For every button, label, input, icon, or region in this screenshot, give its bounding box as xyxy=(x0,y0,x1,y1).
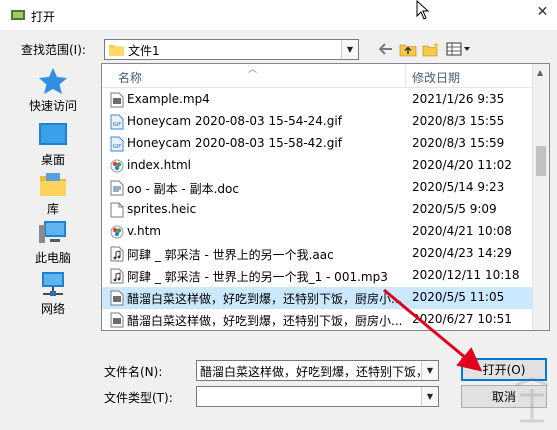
svg-text:GIF: GIF xyxy=(113,122,121,128)
place-network[interactable]: 网络 xyxy=(14,270,92,317)
star-icon xyxy=(39,68,67,94)
file-list[interactable]: ︿ 名称 修改日期 Example.mp4 2021/1/26 9:35 GIF Ho… xyxy=(101,63,550,331)
file-name: 阿肆 _ 郭采洁 - 世界上的另一个我.aac xyxy=(127,248,334,262)
place-label: 库 xyxy=(46,202,59,216)
gif-file-icon: GIF xyxy=(110,136,124,152)
file-name: sprites.heic xyxy=(127,202,197,216)
app-icon xyxy=(11,10,25,20)
file-date: 2020/12/11 10:18 xyxy=(412,268,520,282)
file-row[interactable]: Example.mp4 2021/1/26 9:35 xyxy=(102,89,534,111)
file-name: oo - 副本 - 副本.doc xyxy=(127,182,239,196)
generic-file-icon xyxy=(110,202,124,218)
file-name: Honeycam 2020-08-03 15-58-42.gif xyxy=(127,136,342,150)
up-folder-icon[interactable] xyxy=(398,40,418,58)
html-file-icon xyxy=(110,158,124,174)
filename-value: 醋溜白菜这样做，好吃到爆，还特别下饭，厨房小白也能轻松学会.mp4 xyxy=(200,365,420,379)
new-folder-icon[interactable] xyxy=(421,40,441,58)
column-header-date[interactable]: 修改日期 xyxy=(412,69,460,86)
look-in-value: 文件1 xyxy=(128,44,160,58)
file-date: 2020/8/3 15:55 xyxy=(412,114,505,128)
vertical-scrollbar[interactable]: ▲ xyxy=(532,64,549,330)
file-date: 2020/6/27 10:51 xyxy=(412,312,512,326)
svg-text:GIF: GIF xyxy=(113,144,121,150)
place-label: 桌面 xyxy=(40,153,65,167)
scroll-up-icon[interactable]: ▲ xyxy=(537,68,543,77)
look-in-label: 查找范围(I): xyxy=(21,43,86,57)
window-title: 打开 xyxy=(31,10,56,24)
file-name: 阿肆 _ 郭采洁 - 世界上的另一个我_1 - 001.mp3 xyxy=(127,270,388,284)
file-date: 2020/5/5 9:09 xyxy=(412,202,497,216)
file-date: 2021/1/26 9:35 xyxy=(412,92,505,106)
audio-file-icon xyxy=(110,246,124,262)
file-row[interactable]: 阿肆 _ 郭采洁 - 世界上的另一个我.aac 2020/4/23 14:29 xyxy=(102,243,534,265)
library-icon xyxy=(40,173,66,196)
file-name: Example.mp4 xyxy=(127,92,210,106)
places-bar: 快速访问 桌面 库 此电脑 网络 xyxy=(14,67,92,327)
file-row[interactable]: GIF Honeycam 2020-08-03 15-54-24.gif 2020/… xyxy=(102,111,534,133)
mouse-cursor-icon xyxy=(416,0,430,20)
watermark-logo xyxy=(515,377,549,423)
folder-icon xyxy=(109,45,124,56)
file-date: 2020/5/14 9:23 xyxy=(412,180,505,194)
filename-label: 文件名(N): xyxy=(104,365,163,379)
column-divider[interactable] xyxy=(405,64,406,88)
place-libraries[interactable]: 库 xyxy=(14,170,92,217)
file-name: 醋溜白菜这样做，好吃到爆，还特别下饭，厨房小... xyxy=(127,292,403,306)
place-label: 快速访问 xyxy=(28,99,77,113)
gif-file-icon: GIF xyxy=(110,114,124,130)
close-button[interactable]: ✕ xyxy=(528,0,557,24)
place-label: 网络 xyxy=(40,302,65,316)
filetype-select[interactable]: ▼ xyxy=(196,386,439,407)
title-bar: 打开 ✕ xyxy=(0,0,557,30)
place-this-pc[interactable]: 此电脑 xyxy=(14,219,92,266)
html-file-icon xyxy=(110,224,124,240)
file-row[interactable]: 阿肆 _ 郭采洁 - 世界上的另一个我_1 - 001.mp3 2020/12/1… xyxy=(102,265,534,287)
place-quick-access[interactable]: 快速访问 xyxy=(14,67,92,114)
filetype-label: 文件类型(T): xyxy=(104,391,173,405)
file-date: 2020/8/3 15:59 xyxy=(412,136,505,150)
video-file-icon xyxy=(110,290,124,306)
file-row[interactable]: 醋溜白菜这样做，好吃到爆，还特别下饭，厨房小... 2020/6/27 10:51 xyxy=(102,309,534,330)
desktop-icon xyxy=(39,123,67,145)
file-row[interactable]: 醋溜白菜这样做，好吃到爆，还特别下饭，厨房小... 2020/5/5 11:05 xyxy=(102,287,534,309)
place-desktop[interactable]: 桌面 xyxy=(14,121,92,168)
look-in-combo[interactable]: 文件1 ▼ xyxy=(104,39,359,60)
chevron-down-icon[interactable]: ▼ xyxy=(341,40,358,59)
scrollbar-thumb[interactable] xyxy=(536,146,546,176)
doc-file-icon xyxy=(110,180,124,196)
file-name: 醋溜白菜这样做，好吃到爆，还特别下饭，厨房小... xyxy=(127,314,403,328)
chevron-down-icon[interactable]: ▼ xyxy=(421,361,438,380)
file-date: 2020/4/20 11:02 xyxy=(412,158,512,172)
back-icon[interactable] xyxy=(376,40,396,58)
file-name: index.html xyxy=(127,158,191,172)
audio-file-icon xyxy=(110,268,124,284)
file-row[interactable]: index.html 2020/4/20 11:02 xyxy=(102,155,534,177)
file-name: v.htm xyxy=(127,224,161,238)
column-header-name[interactable]: 名称 xyxy=(118,69,142,86)
file-rows: Example.mp4 2021/1/26 9:35 GIF Honeycam 202… xyxy=(102,89,534,330)
place-label: 此电脑 xyxy=(34,251,71,265)
file-row[interactable]: GIF Honeycam 2020-08-03 15-58-42.gif 2020/… xyxy=(102,133,534,155)
video-file-icon xyxy=(110,92,124,108)
file-name: Honeycam 2020-08-03 15-54-24.gif xyxy=(127,114,342,128)
computer-icon xyxy=(39,221,66,243)
view-menu-icon[interactable] xyxy=(445,40,473,58)
file-row[interactable]: oo - 副本 - 副本.doc 2020/5/14 9:23 xyxy=(102,177,534,199)
file-date: 2020/4/21 10:08 xyxy=(412,224,512,238)
chevron-down-icon[interactable]: ▼ xyxy=(421,387,438,406)
file-date: 2020/5/5 11:05 xyxy=(412,290,505,304)
video-file-icon xyxy=(110,312,124,328)
file-row[interactable]: sprites.heic 2020/5/5 9:09 xyxy=(102,199,534,221)
filename-input[interactable]: 醋溜白菜这样做，好吃到爆，还特别下饭，厨房小白也能轻松学会.mp4 ▼ xyxy=(196,360,439,381)
network-icon xyxy=(42,272,64,296)
column-header-row: ︿ 名称 修改日期 xyxy=(102,64,534,88)
file-row[interactable]: v.htm 2020/4/21 10:08 xyxy=(102,221,534,243)
file-date: 2020/4/23 14:29 xyxy=(412,246,512,260)
close-icon: ✕ xyxy=(536,4,549,20)
sort-ascending-icon: ︿ xyxy=(248,65,258,75)
